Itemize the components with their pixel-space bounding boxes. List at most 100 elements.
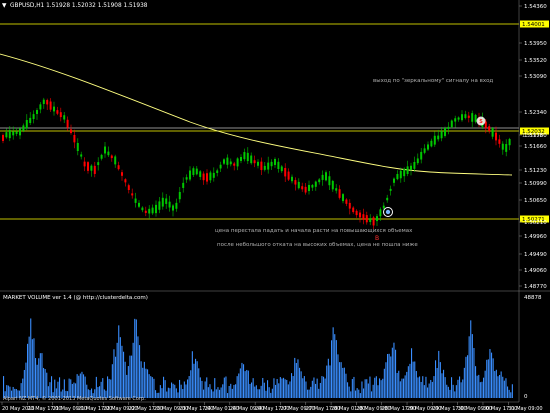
volume-bar (308, 389, 310, 398)
volume-indicator-title: MARKET VOLUME ver 1.4 (@ http://clusterd… (3, 295, 148, 301)
candle-body (308, 184, 310, 192)
volume-bar (27, 343, 29, 398)
volume-bar (3, 376, 5, 398)
volume-bar (212, 391, 214, 398)
volume-bar (415, 371, 417, 398)
volume-bar (239, 368, 241, 398)
candle-body (331, 180, 334, 190)
price-tick-label: 1.52340 (524, 110, 547, 116)
volume-bar (150, 376, 152, 398)
volume-bar (219, 389, 221, 398)
volume-bar (287, 384, 289, 398)
candle-body (70, 129, 72, 134)
volume-panel[interactable] (3, 318, 513, 398)
candle-body (416, 158, 419, 164)
price-panel[interactable]: 1.540011.520321.502711.51938 (0, 20, 549, 229)
volume-bar (279, 377, 281, 398)
volume-bar (119, 337, 121, 398)
volume-bar (222, 384, 224, 398)
volume-bar (375, 376, 377, 398)
volume-bar (116, 342, 118, 398)
candle-body (29, 117, 32, 123)
volume-bar (275, 384, 277, 398)
candle-body (219, 164, 222, 169)
candle-body (104, 146, 106, 154)
candle-body (430, 140, 433, 147)
candle-body (318, 179, 321, 183)
volume-bar (215, 389, 217, 398)
volume-bar (118, 325, 120, 398)
volume-bar (230, 383, 232, 398)
volume-bar (484, 370, 486, 398)
candle-body (467, 115, 470, 118)
volume-bar (438, 350, 440, 398)
volume-bar (148, 374, 150, 398)
volume-bar (252, 378, 254, 398)
candle-body (15, 131, 18, 134)
volume-bar (406, 371, 408, 398)
candle-body (127, 185, 130, 191)
candle-body (437, 135, 440, 140)
candle-body (270, 161, 273, 167)
candle-body (73, 134, 76, 143)
volume-bar (267, 380, 269, 398)
volume-bar (380, 380, 382, 398)
volume-bar (414, 361, 416, 398)
candle-body (134, 198, 137, 203)
volume-bar (241, 362, 243, 398)
annotation-mirror-exit: выход по "зеркальному" сигналу на вход (373, 78, 493, 84)
volume-bar (46, 372, 48, 398)
candle-body (410, 165, 412, 170)
candle-body (236, 158, 239, 167)
time-axis: 20 May 201320 May 17:0021 May 09:0021 Ma… (1, 402, 543, 412)
volume-bar (129, 355, 131, 398)
candle-body (53, 106, 55, 112)
candle-body (267, 162, 270, 170)
candle-body (192, 168, 195, 175)
volume-bar (123, 351, 125, 398)
volume-bar (227, 393, 229, 398)
candle-body (297, 181, 300, 189)
volume-bar (347, 382, 349, 398)
candle-body (246, 152, 249, 162)
candle-body (454, 118, 457, 122)
volume-bar (335, 340, 337, 398)
candle-body (274, 159, 276, 165)
volume-bar (502, 376, 504, 398)
volume-bar (356, 388, 358, 398)
candle-body (158, 201, 161, 210)
volume-bar (441, 373, 443, 398)
candle-body (195, 168, 198, 175)
candle-body (427, 144, 429, 150)
volume-bar (455, 385, 457, 398)
volume-bar (164, 380, 166, 398)
sell-signal-icon[interactable]: S (476, 116, 486, 126)
volume-bar (41, 353, 43, 398)
candle-body (155, 204, 157, 214)
dropdown-arrow-icon[interactable]: ▼ (2, 3, 7, 9)
candle-body (413, 162, 416, 169)
volume-bar (319, 382, 321, 398)
volume-bar (423, 385, 425, 398)
candle-body (287, 171, 290, 180)
volume-bar (139, 345, 141, 398)
candle-body (406, 166, 409, 174)
time-tick-label: 31 May 09:00 (508, 406, 542, 412)
candle-body (508, 139, 511, 146)
volume-bar (411, 348, 413, 398)
volume-bar (137, 336, 139, 398)
volume-bar (283, 377, 285, 398)
candle-body (372, 217, 375, 226)
volume-bar (188, 376, 190, 398)
candle-body (19, 128, 21, 136)
candle-body (423, 148, 426, 153)
volume-bar (511, 384, 513, 398)
volume-bar (377, 385, 379, 398)
volume-bar (167, 387, 169, 398)
candle-body (495, 132, 497, 141)
volume-bar (430, 379, 432, 398)
buy-signal-icon[interactable] (383, 207, 393, 217)
volume-bar (155, 390, 157, 398)
volume-bar (310, 386, 312, 398)
volume-bar (257, 389, 259, 398)
